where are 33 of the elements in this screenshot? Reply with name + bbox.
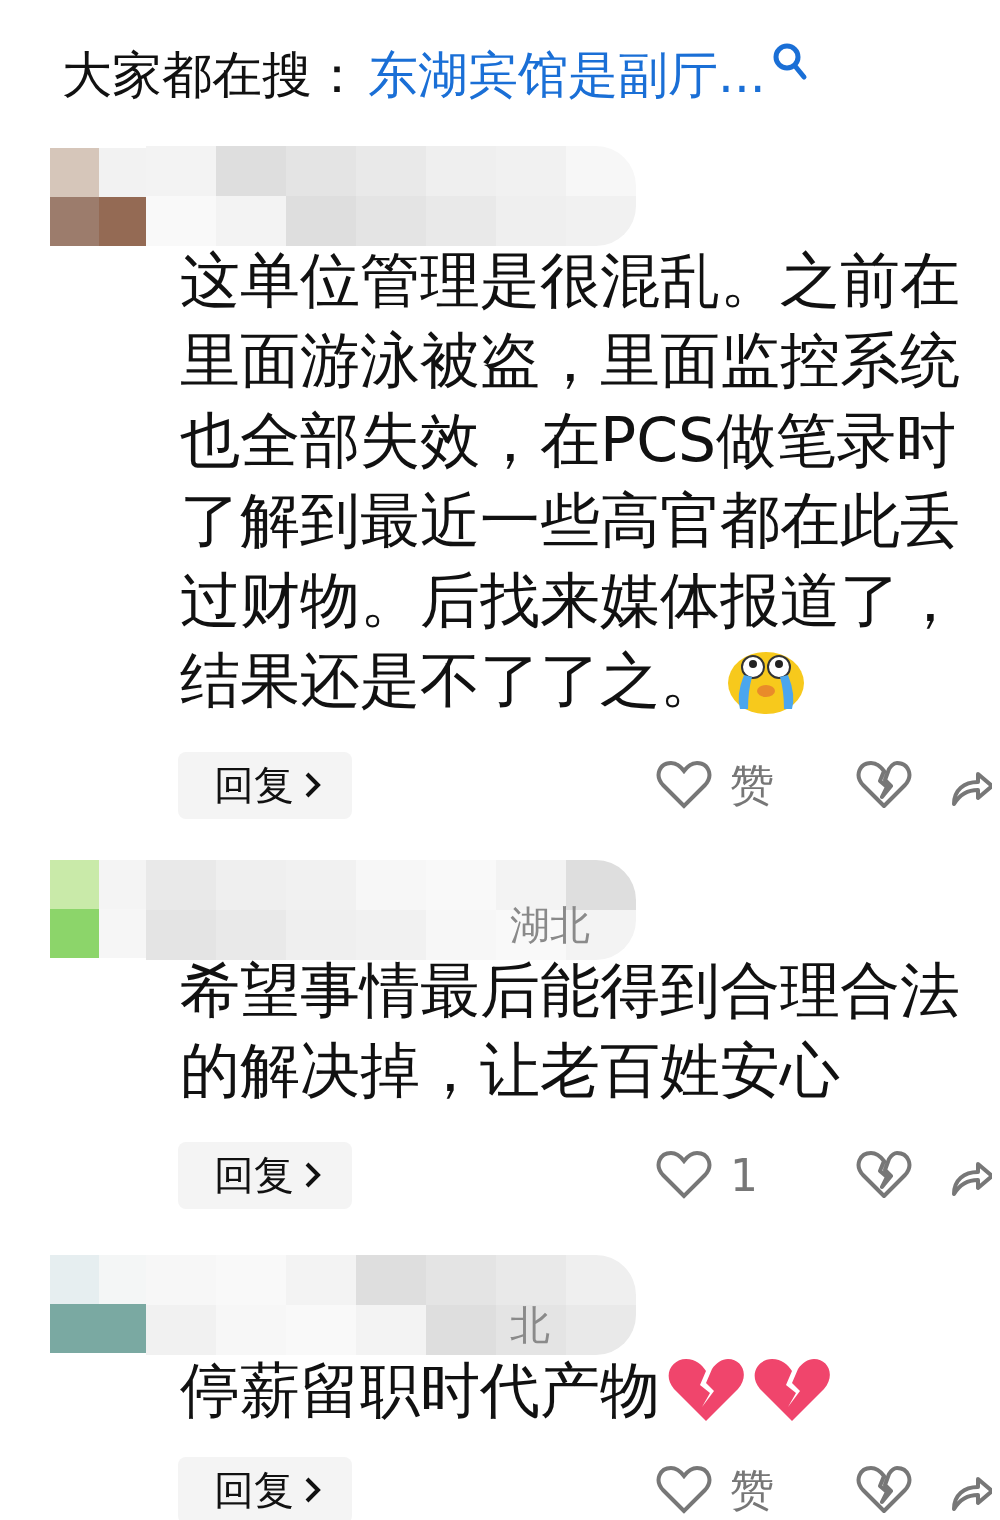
comment-location: 北 xyxy=(510,1301,550,1350)
comment-text-line: 了解到最近一些高官都在此丢 xyxy=(180,484,960,557)
search-label: 大家都在搜： xyxy=(62,45,362,106)
broken-heart-outline-icon[interactable] xyxy=(856,1150,912,1200)
avatar[interactable] xyxy=(50,1255,148,1353)
chevron-icon xyxy=(304,1161,322,1189)
comment-text-line: 的解决掉，让老百姓安心 xyxy=(180,1034,840,1107)
comment-text-line: 也全部失效，在PCS做笔录时 xyxy=(180,404,957,477)
like-count: 1 xyxy=(730,1149,758,1201)
comment-text-line: 希望事情最后能得到合理合法 xyxy=(180,954,960,1027)
broken-heart-outline-icon[interactable] xyxy=(856,760,912,810)
reply-button[interactable]: 回复 xyxy=(178,1141,352,1209)
comment-text-line: 结果还是不了了之。 xyxy=(180,644,720,717)
heart-icon[interactable] xyxy=(656,1465,712,1515)
broken-heart-icon xyxy=(752,1357,832,1423)
like-count: 赞 xyxy=(730,757,774,812)
broken-heart-outline-icon[interactable] xyxy=(856,1465,912,1515)
chevron-icon xyxy=(304,1476,322,1504)
comment-text-line: 过财物。后找来媒体报道了， xyxy=(180,564,960,637)
like-count: 赞 xyxy=(730,1462,774,1517)
search-suggestion-link[interactable]: 东湖宾馆是副厅... xyxy=(368,40,766,110)
reply-button[interactable]: 回复 xyxy=(178,1456,352,1520)
comment-location: 湖北 xyxy=(510,901,590,950)
reply-button[interactable]: 回复 xyxy=(178,751,352,819)
search-icon[interactable] xyxy=(771,42,808,82)
comment-text-line: 这单位管理是很混乱。之前在 xyxy=(180,244,960,317)
comment-text-line: 停薪留职时代产物 xyxy=(180,1354,660,1427)
chevron-icon xyxy=(304,771,322,799)
comment-text-line: 里面游泳被盗，里面监控系统 xyxy=(180,324,960,397)
heart-icon[interactable] xyxy=(656,1150,712,1200)
broken-heart-icon xyxy=(666,1357,746,1423)
avatar[interactable] xyxy=(50,148,148,246)
heart-icon[interactable] xyxy=(656,760,712,810)
